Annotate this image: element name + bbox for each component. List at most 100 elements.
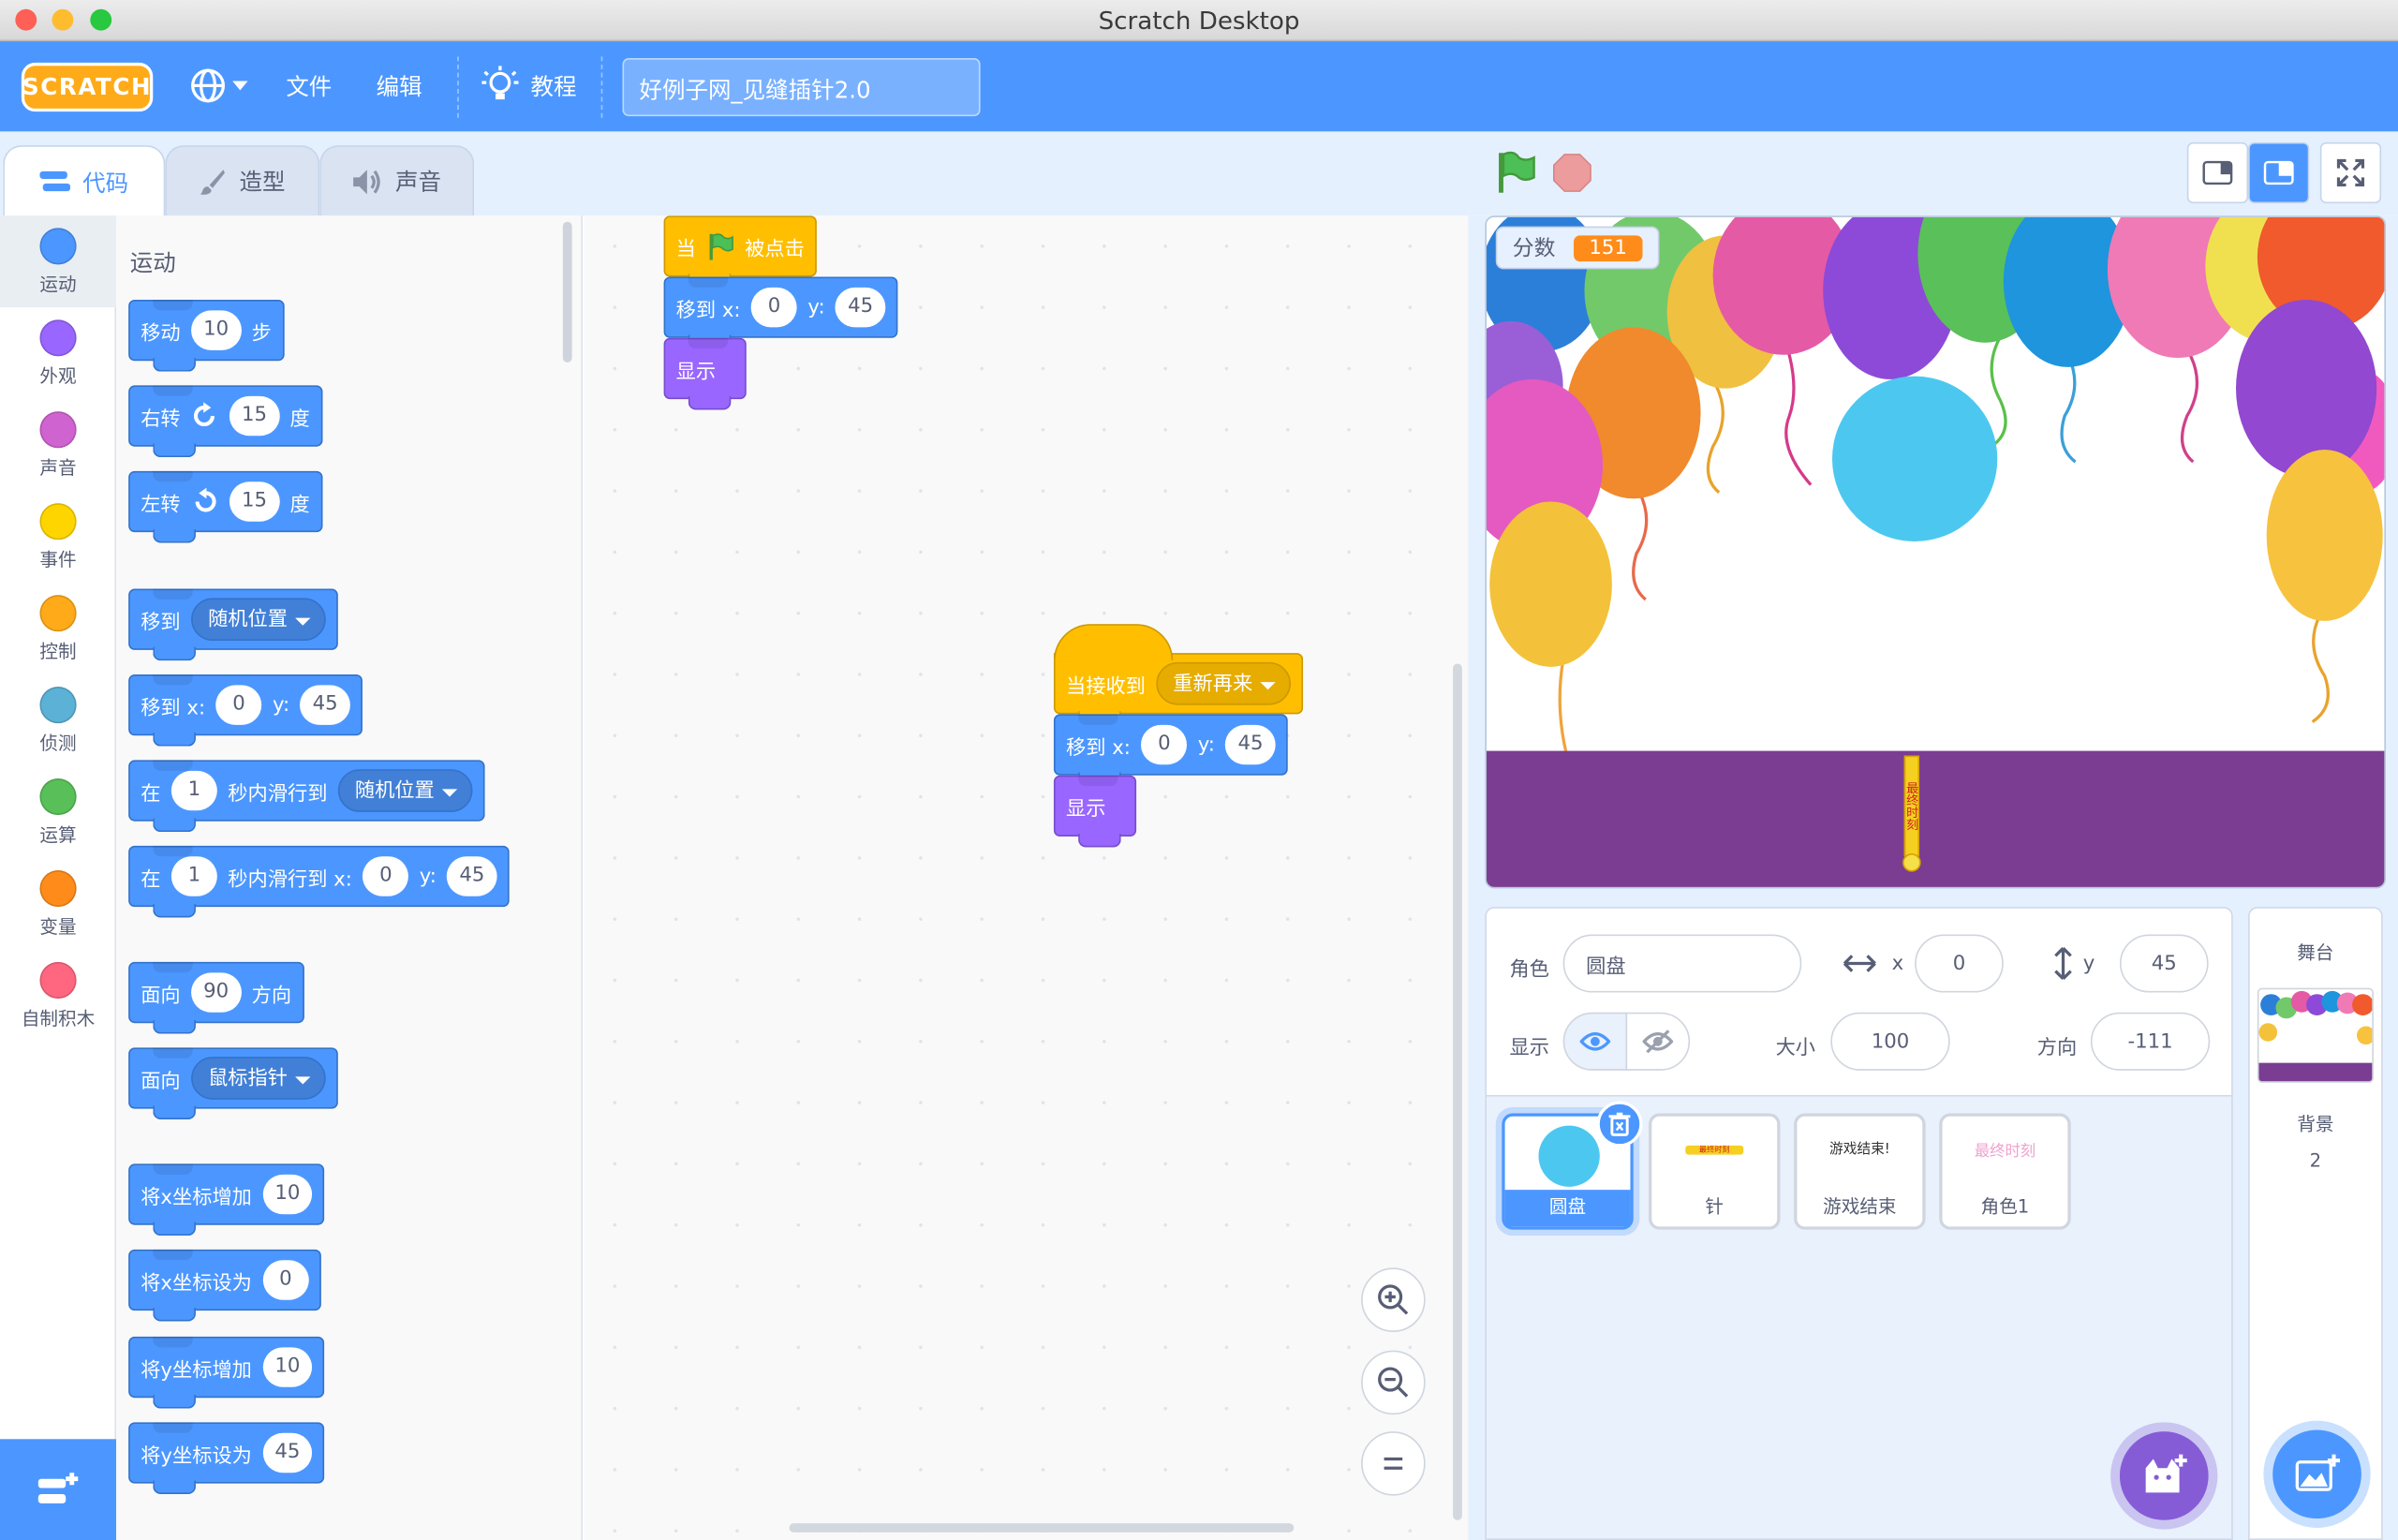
block-label: 度 (289, 407, 310, 431)
category-motion[interactable]: 运动 (0, 215, 117, 308)
add-sprite-button[interactable] (2119, 1431, 2209, 1520)
block-dropdown[interactable]: 鼠标指针 (191, 1057, 326, 1100)
block-input-x[interactable]: 0 (363, 856, 409, 896)
block-label: 当接收到 (1065, 674, 1146, 699)
block-goto-xy[interactable]: 移到 x: 0 y: 45 (1053, 714, 1288, 787)
block-point-direction[interactable]: 面向 90 方向 (128, 961, 304, 1034)
tab-code[interactable]: 代码 (3, 145, 166, 217)
green-flag-button[interactable] (1493, 150, 1539, 196)
stop-button[interactable] (1552, 153, 1591, 192)
show-visible-button[interactable] (1562, 1012, 1628, 1071)
zoom-out-button[interactable] (1361, 1350, 1426, 1415)
sprite-tile[interactable]: 最终时刻 针 (1649, 1113, 1781, 1230)
block-input[interactable]: 90 (191, 972, 242, 1013)
category-looks[interactable]: 外观 (0, 307, 116, 399)
block-dropdown[interactable]: 随机位置 (191, 598, 326, 642)
block-label: y: (272, 693, 290, 717)
stage-thumbnail[interactable] (2257, 987, 2374, 1083)
category-operators[interactable]: 运算 (0, 766, 116, 858)
block-input[interactable]: 0 (262, 1260, 309, 1300)
block-input[interactable]: 10 (191, 310, 242, 350)
block-input-x[interactable]: 0 (1141, 724, 1188, 765)
direction-input[interactable]: -111 (2090, 1012, 2211, 1071)
block-show[interactable]: 显示 (1053, 775, 1137, 848)
block-input-y[interactable]: 45 (1225, 724, 1276, 765)
sprite-name-input[interactable]: 圆盘 (1562, 934, 1802, 993)
block-goto-xy[interactable]: 移到 x: 0 y: 45 (128, 674, 363, 747)
rotate-counterclockwise-icon (195, 487, 216, 512)
palette-scrollbar[interactable] (562, 221, 572, 363)
delete-sprite-button[interactable] (1596, 1101, 1643, 1148)
score-monitor[interactable]: 分数 151 (1495, 226, 1660, 270)
editor-tabs: 代码 造型 声音 (0, 131, 1469, 217)
workspace-horizontal-scrollbar[interactable] (789, 1523, 1295, 1533)
code-workspace[interactable]: 当 被点击 移到 x: 0 y: 45 显示 当接收到 重新再来 移到 x: 0… (584, 215, 1469, 1540)
zoom-reset-button[interactable] (1361, 1431, 1426, 1496)
fullscreen-button[interactable] (2319, 141, 2382, 204)
file-menu[interactable]: 文件 (286, 70, 332, 102)
block-input-y[interactable]: 45 (836, 287, 886, 328)
message-dropdown[interactable]: 重新再来 (1156, 661, 1292, 705)
category-my-blocks[interactable]: 自制积木 (0, 950, 116, 1042)
x-input[interactable]: 0 (1915, 934, 2004, 993)
add-extension-button[interactable] (0, 1439, 117, 1540)
size-input[interactable]: 100 (1830, 1012, 1950, 1071)
block-change-x[interactable]: 将x坐标增加 10 (128, 1163, 325, 1236)
scratch-logo[interactable]: SCRATCH (21, 62, 154, 112)
disc-sprite[interactable] (1831, 376, 1998, 541)
block-input[interactable]: 15 (229, 481, 280, 522)
tab-costumes[interactable]: 造型 (165, 145, 320, 216)
category-variables[interactable]: 变量 (0, 858, 116, 950)
needle-sprite[interactable]: 最终时刻 (1902, 755, 1921, 875)
block-input[interactable]: 1 (170, 770, 217, 811)
block-label: 被点击 (745, 237, 805, 261)
block-turn-left[interactable]: 左转 15 度 (128, 470, 322, 543)
block-when-flag-clicked[interactable]: 当 被点击 (663, 215, 817, 288)
category-label: 变量 (39, 915, 77, 938)
edit-menu[interactable]: 编辑 (377, 70, 422, 102)
block-turn-right[interactable]: 右转 15 度 (128, 385, 322, 458)
block-point-towards[interactable]: 面向 鼠标指针 (128, 1047, 338, 1120)
block-set-y[interactable]: 将y坐标设为 45 (128, 1422, 325, 1495)
stage-selector[interactable]: 舞台 背景 2 (2248, 907, 2383, 1540)
sprite-tile[interactable]: 最终时刻 角色1 (1939, 1113, 2071, 1230)
block-input-x[interactable]: 0 (751, 287, 797, 328)
sprite-tile[interactable]: 游戏结束! 游戏结束 (1794, 1113, 1926, 1230)
block-goto-xy[interactable]: 移到 x: 0 y: 45 (663, 276, 898, 349)
block-input[interactable]: 10 (262, 1347, 313, 1387)
y-input[interactable]: 45 (2119, 934, 2209, 993)
category-control[interactable]: 控制 (0, 583, 116, 674)
block-move-steps[interactable]: 移动 10 步 (128, 299, 284, 372)
block-change-y[interactable]: 将y坐标增加 10 (128, 1336, 325, 1409)
sprite-name: 游戏结束 (1823, 1195, 1897, 1218)
stage-canvas[interactable]: 最终时刻 分数 151 (1485, 215, 2387, 889)
block-input-y[interactable]: 45 (447, 856, 497, 896)
block-input-x[interactable]: 0 (215, 685, 262, 725)
add-backdrop-button[interactable] (2272, 1429, 2361, 1519)
zoom-in-button[interactable] (1361, 1267, 1426, 1332)
normal-stage-button[interactable] (2248, 141, 2310, 204)
category-events[interactable]: 事件 (0, 491, 116, 583)
workspace-vertical-scrollbar[interactable] (1453, 663, 1462, 1520)
block-set-x[interactable]: 将x坐标设为 0 (128, 1249, 321, 1322)
category-sound[interactable]: 声音 (0, 399, 116, 491)
language-menu[interactable] (189, 67, 248, 104)
block-input[interactable]: 15 (229, 395, 280, 437)
block-glide-xy[interactable]: 在 1 秒内滑行到 x: 0 y: 45 (128, 845, 510, 918)
project-title-input[interactable]: 好例子网_见缝插针2.0 (622, 58, 981, 117)
tab-sounds[interactable]: 声音 (319, 145, 475, 216)
block-input[interactable]: 45 (262, 1432, 313, 1473)
hide-sprite-button[interactable] (1625, 1012, 1691, 1071)
category-sensing[interactable]: 侦测 (0, 674, 116, 766)
block-input[interactable]: 10 (262, 1174, 313, 1215)
block-dropdown[interactable]: 随机位置 (337, 769, 473, 812)
tutorials-menu[interactable]: 教程 (481, 66, 577, 105)
block-input[interactable]: 1 (170, 856, 217, 896)
block-glide-to[interactable]: 在 1 秒内滑行到 随机位置 (128, 760, 485, 833)
block-input-y[interactable]: 45 (300, 685, 350, 725)
category-color-dot (39, 961, 77, 1000)
block-when-receive[interactable]: 当接收到 重新再来 (1053, 624, 1304, 725)
block-show[interactable]: 显示 (663, 337, 747, 410)
small-stage-button[interactable] (2186, 141, 2249, 204)
block-goto[interactable]: 移到 随机位置 (128, 588, 338, 661)
